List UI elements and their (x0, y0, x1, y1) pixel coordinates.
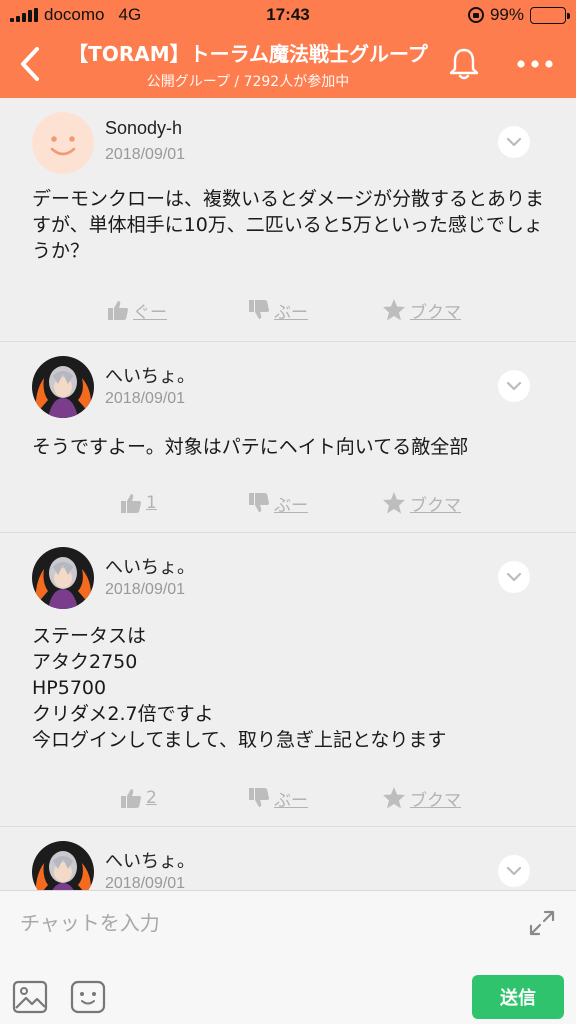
star-icon (383, 492, 405, 514)
anime-character-avatar-icon (32, 547, 94, 609)
sticker-button[interactable] (68, 977, 108, 1017)
bookmark-button[interactable]: ブクマ (382, 295, 461, 325)
like-count: 1 (146, 493, 157, 513)
signal-strength-icon (10, 8, 38, 22)
battery-percent: 99% (489, 5, 524, 24)
group-subtitle: 公開グループ / 7292人が参加中 (146, 74, 350, 90)
bookmark-label: ブクマ (410, 790, 461, 811)
battery-icon (530, 6, 570, 24)
thumbs-down-icon (249, 300, 269, 319)
anime-character-avatar-icon (32, 841, 94, 890)
avatar[interactable] (32, 112, 94, 174)
rotation-lock-icon (467, 7, 484, 23)
avatar[interactable] (32, 356, 94, 418)
dislike-button[interactable]: ぶー (248, 783, 308, 813)
chat-input[interactable] (0, 891, 500, 955)
post-menu-button[interactable] (498, 370, 530, 402)
chevron-down-icon (506, 572, 522, 582)
chevron-down-icon (506, 866, 522, 876)
thumbs-up-icon (121, 789, 141, 808)
dislike-label: ぶー (274, 302, 308, 323)
default-face-avatar-icon (32, 112, 94, 174)
image-icon (12, 980, 48, 1014)
more-button[interactable] (510, 44, 560, 84)
post-menu-button[interactable] (498, 855, 530, 887)
author-name[interactable]: Sonody-h (105, 118, 182, 139)
post-date: 2018/09/01 (105, 581, 186, 598)
expand-icon (529, 910, 555, 936)
dislike-button[interactable]: ぶー (248, 295, 308, 325)
like-button[interactable]: 1 (120, 488, 157, 518)
dislike-button[interactable]: ぶー (248, 488, 308, 518)
bookmark-button[interactable]: ブクマ (382, 488, 461, 518)
post-actions: ぐー ぶー ブクマ (0, 295, 576, 325)
bookmark-button[interactable]: ブクマ (382, 783, 461, 813)
carrier-name: docomo (44, 5, 105, 24)
post-menu-button[interactable] (498, 561, 530, 593)
bell-icon (449, 48, 479, 80)
comment-feed[interactable]: Sonody-h 2018/09/01 デーモンクローは、複数いるとダメージが分… (0, 98, 576, 890)
thumbs-down-icon (249, 788, 269, 807)
dislike-label: ぶー (274, 790, 308, 811)
thumbs-up-icon (108, 301, 128, 320)
back-button[interactable] (14, 44, 46, 84)
notification-button[interactable] (446, 44, 482, 84)
chevron-down-icon (506, 381, 522, 391)
header-title-area[interactable]: 【TORAM】トーラム魔法戦士グループ 公開グループ / 7292人が参加中 (60, 38, 436, 91)
comment-post: へいちょ。 2018/09/01 そうですよー。対象はパテにヘイト向いてる敵全部… (0, 342, 576, 533)
thumbs-up-icon (121, 494, 141, 513)
post-menu-button[interactable] (498, 126, 530, 158)
send-button[interactable]: 送信 (472, 975, 564, 1019)
like-count: 2 (146, 788, 157, 808)
post-date: 2018/09/01 (105, 390, 186, 407)
post-text: そうですよー。対象はパテにヘイト向いてる敵全部 (32, 436, 469, 458)
expand-input-button[interactable] (526, 907, 558, 939)
like-button[interactable]: 2 (120, 783, 157, 813)
chat-composer: 送信 (0, 890, 576, 1024)
chevron-down-icon (506, 137, 522, 147)
thumbs-down-icon (249, 493, 269, 512)
attach-image-button[interactable] (10, 977, 50, 1017)
avatar[interactable] (32, 841, 94, 890)
author-name[interactable]: へいちょ。 (105, 362, 195, 388)
group-title: 【TORAM】トーラム魔法戦士グループ (68, 42, 428, 66)
back-arrow-icon (21, 47, 39, 81)
status-bar: docomo 4G 17:43 99% (0, 0, 576, 30)
post-text: デーモンクローは、複数いるとダメージが分散するとありますが、単体相手に10万、二… (32, 188, 545, 262)
network-type: 4G (118, 5, 142, 24)
post-actions: 1 ぶー ブクマ (0, 488, 576, 518)
star-icon (383, 299, 405, 321)
like-label: ぐー (133, 302, 167, 323)
post-text: ステータスは アタク2750 HP5700 クリダメ2.7倍ですよ 今ログインし… (32, 625, 447, 751)
post-actions: 2 ぶー ブクマ (0, 783, 576, 813)
emoji-icon (70, 980, 106, 1014)
avatar[interactable] (32, 547, 94, 609)
more-icon (517, 60, 553, 68)
author-name[interactable]: へいちょ。 (105, 847, 195, 873)
like-button[interactable]: ぐー (107, 295, 167, 325)
author-name[interactable]: へいちょ。 (105, 553, 195, 579)
star-icon (383, 787, 405, 809)
anime-character-avatar-icon (32, 356, 94, 418)
post-date: 2018/09/01 (105, 875, 186, 890)
bookmark-label: ブクマ (410, 495, 461, 516)
comment-post: へいちょ。 2018/09/01 ステータスは アタク2750 HP5700 ク… (0, 533, 576, 827)
dislike-label: ぶー (274, 495, 308, 516)
post-date: 2018/09/01 (105, 146, 186, 163)
comment-post: Sonody-h 2018/09/01 デーモンクローは、複数いるとダメージが分… (0, 98, 576, 342)
comment-post: へいちょ。 2018/09/01 (0, 827, 576, 890)
bookmark-label: ブクマ (410, 302, 461, 323)
group-header: 【TORAM】トーラム魔法戦士グループ 公開グループ / 7292人が参加中 (0, 30, 576, 98)
